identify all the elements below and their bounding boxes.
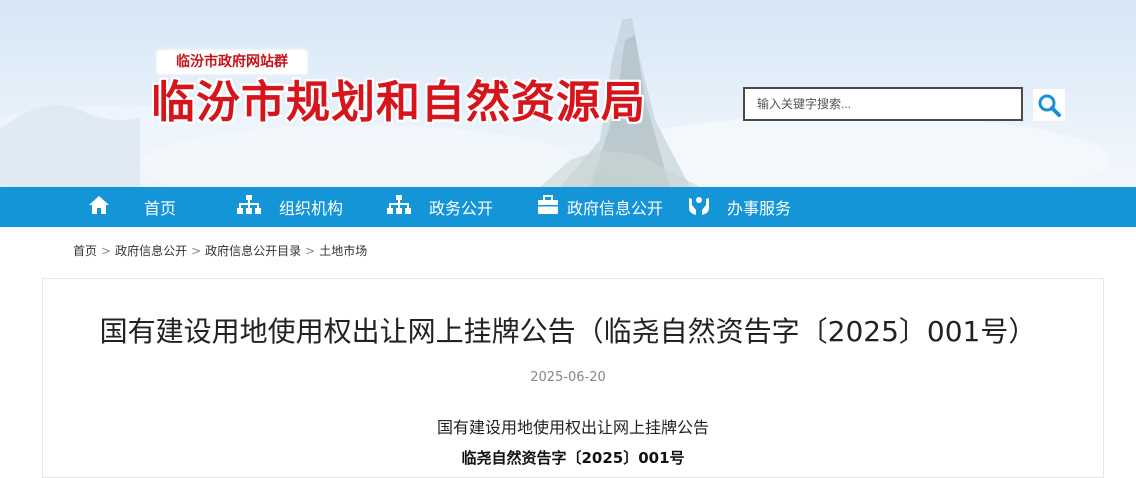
org-chart-icon bbox=[237, 194, 261, 220]
article-body-heading: 国有建设用地使用权出让网上挂牌公告 bbox=[436, 418, 709, 437]
search-icon bbox=[1038, 94, 1061, 117]
nav-item-home[interactable]: 首页 bbox=[88, 187, 176, 227]
search-box bbox=[743, 87, 1023, 121]
nav-label-org: 组织机构 bbox=[279, 199, 344, 218]
breadcrumb-separator: > bbox=[191, 244, 202, 258]
search-input[interactable] bbox=[745, 89, 1021, 119]
article-doc-number: 临尧自然资告字〔2025〕001号 bbox=[461, 449, 685, 467]
briefcase-icon bbox=[537, 194, 559, 220]
site-title: 临汾市规划和自然资源局 bbox=[151, 77, 646, 128]
breadcrumb-item-land-market[interactable]: 土地市场 bbox=[319, 244, 367, 258]
breadcrumb-item-home[interactable]: 首页 bbox=[73, 244, 97, 258]
main-nav: 首页 组织机构 政务公开 政府信息公开 办事服务 bbox=[0, 187, 1136, 227]
breadcrumb-item-info-disclosure[interactable]: 政府信息公开 bbox=[115, 244, 187, 258]
nav-label-home: 首页 bbox=[144, 199, 177, 218]
breadcrumb: 首页 > 政府信息公开 > 政府信息公开目录 > 土地市场 bbox=[73, 243, 367, 259]
nav-item-org[interactable]: 组织机构 bbox=[237, 187, 343, 227]
org-chart-icon bbox=[387, 194, 411, 220]
nav-label-affairs: 政务公开 bbox=[429, 199, 494, 218]
site-group-badge[interactable]: 临汾市政府网站群 bbox=[157, 50, 307, 74]
article-date: 2025-06-20 bbox=[530, 370, 606, 385]
home-icon bbox=[88, 194, 110, 220]
breadcrumb-separator: > bbox=[101, 244, 112, 258]
site-group-label: 临汾市政府网站群 bbox=[176, 54, 288, 70]
breadcrumb-separator: > bbox=[305, 244, 316, 258]
site-header: 临汾市政府网站群 临汾市规划和自然资源局 bbox=[0, 0, 1136, 187]
hands-service-icon bbox=[687, 194, 711, 220]
nav-item-info-disclosure[interactable]: 政府信息公开 bbox=[537, 187, 663, 227]
breadcrumb-item-catalog[interactable]: 政府信息公开目录 bbox=[205, 244, 301, 258]
search-button[interactable] bbox=[1033, 89, 1065, 121]
nav-label-info-disclosure: 政府信息公开 bbox=[567, 199, 664, 218]
nav-item-affairs[interactable]: 政务公开 bbox=[387, 187, 493, 227]
article-title: 国有建设用地使用权出让网上挂牌公告（临尧自然资告字〔2025〕001号） bbox=[99, 315, 1037, 348]
nav-item-services[interactable]: 办事服务 bbox=[687, 187, 791, 227]
nav-label-services: 办事服务 bbox=[727, 199, 792, 218]
